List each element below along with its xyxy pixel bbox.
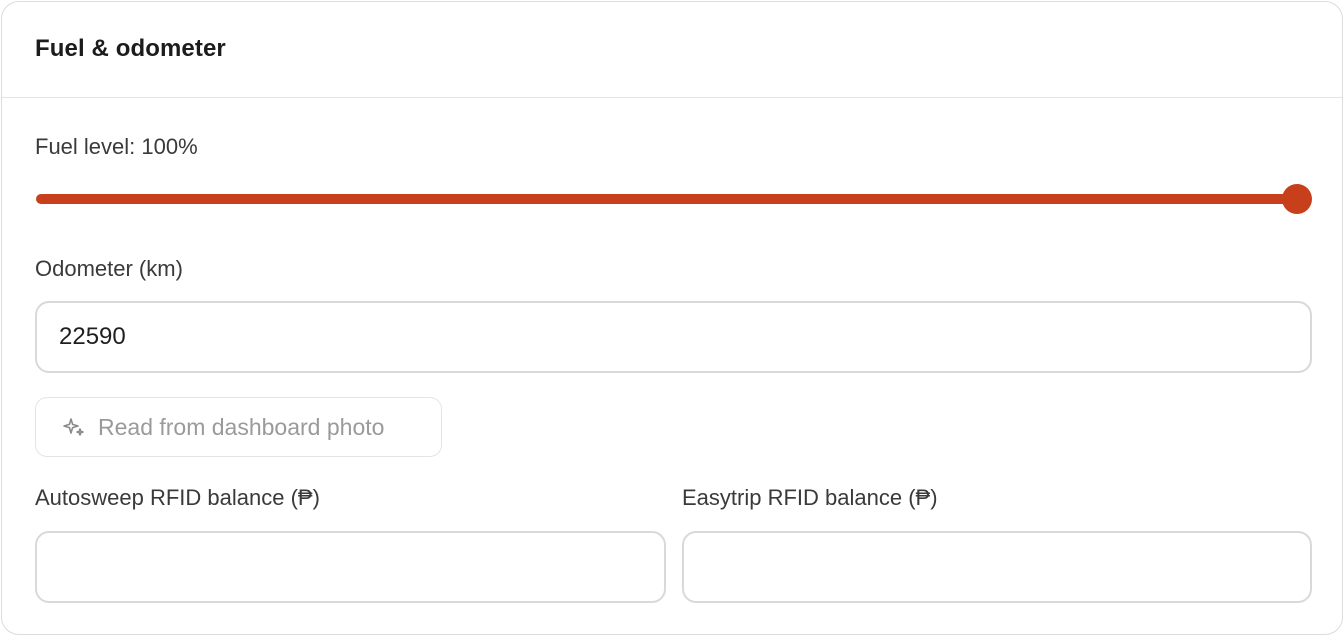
read-from-photo-button[interactable]: Read from dashboard photo: [35, 397, 442, 457]
easytrip-balance-label: Easytrip RFID balance (₱): [682, 485, 938, 510]
card-header: Fuel & odometer: [2, 2, 1342, 98]
fuel-odometer-card: Fuel & odometer Fuel level: 100% Odomete…: [1, 1, 1343, 635]
sparkles-icon: [62, 415, 86, 439]
odometer-label: Odometer (km): [35, 256, 183, 281]
slider-fill: [36, 194, 1297, 204]
read-from-photo-label: Read from dashboard photo: [98, 413, 385, 440]
card-title: Fuel & odometer: [35, 34, 226, 62]
odometer-input[interactable]: [35, 301, 1312, 373]
easytrip-balance-input[interactable]: [682, 531, 1312, 603]
autosweep-balance-label: Autosweep RFID balance (₱): [35, 485, 320, 510]
autosweep-balance-input[interactable]: [35, 531, 666, 603]
fuel-level-slider[interactable]: [36, 184, 1312, 214]
fuel-level-label: Fuel level: 100%: [35, 134, 198, 159]
slider-thumb[interactable]: [1282, 184, 1312, 214]
